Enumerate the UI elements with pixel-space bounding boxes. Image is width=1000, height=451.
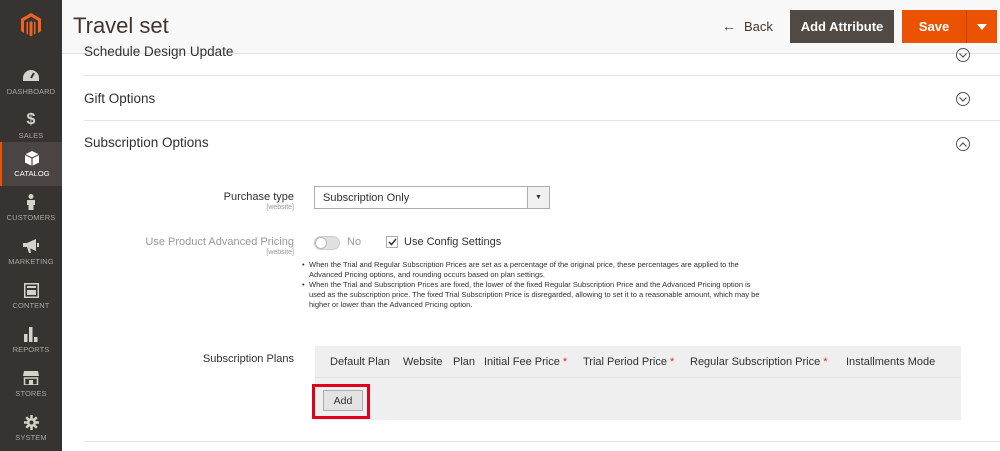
back-button-label: Back: [744, 18, 773, 34]
divider: [84, 441, 1000, 442]
advanced-pricing-label: Use Product Advanced Pricing [website]: [84, 236, 294, 256]
purchase-type-label: Purchase type [website]: [84, 191, 294, 211]
sidebar-item-customers[interactable]: CUSTOMERS: [0, 186, 62, 230]
magento-logo[interactable]: [0, 0, 62, 50]
column-label: Website: [403, 356, 443, 368]
required-mark: *: [823, 356, 828, 368]
sidebar-item-label: REPORTS: [12, 345, 50, 354]
layout-icon: [23, 282, 39, 298]
column-label: Plan: [453, 356, 476, 368]
sidebar-item-stores[interactable]: STORES: [0, 362, 62, 406]
sidebar-item-dashboard[interactable]: DASHBOARD: [0, 60, 62, 104]
admin-sidebar: DASHBOARD $ SALES CATALOG CUSTOMERS MARK…: [0, 0, 62, 451]
sidebar-item-system[interactable]: SYSTEM: [0, 406, 62, 450]
megaphone-icon: [23, 238, 39, 254]
sidebar-item-reports[interactable]: REPORTS: [0, 318, 62, 362]
section-title: Gift Options: [84, 91, 156, 106]
table-header: Default Plan Website Plan Initial Fee Pr…: [315, 346, 961, 378]
note-item: When the Trial and Regular Subscription …: [302, 260, 762, 280]
highlight-box: [312, 384, 370, 419]
purchase-type-select[interactable]: Subscription Only ▼: [314, 186, 550, 209]
sidebar-item-marketing[interactable]: MARKETING: [0, 230, 62, 274]
subscription-plans-table: Default Plan Website Plan Initial Fee Pr…: [315, 346, 961, 420]
scope-label: [website]: [266, 204, 294, 211]
subscription-plans-label: Subscription Plans: [202, 353, 294, 365]
sidebar-item-label: CUSTOMERS: [6, 213, 56, 222]
column-label: Installments Mode: [846, 356, 936, 368]
column-header-installments-mode: Installments Mode: [846, 356, 935, 368]
column-header-default-plan: Default Plan: [330, 356, 390, 368]
note-item: When the Trial and Subscription Prices a…: [302, 280, 762, 310]
sidebar-item-label: STORES: [15, 389, 47, 398]
sidebar-item-label: SALES: [18, 131, 44, 140]
dashboard-icon: [23, 68, 39, 84]
column-header-trial-period-price: Trial Period Price *: [583, 356, 674, 368]
toggle-state-label: No: [347, 236, 362, 248]
sidebar-item-label: CATALOG: [14, 169, 50, 178]
column-header-website: Website: [403, 356, 443, 368]
advanced-pricing-toggle[interactable]: [314, 236, 340, 250]
sidebar-item-label: CONTENT: [12, 301, 50, 310]
required-mark: *: [562, 356, 568, 368]
chevron-down-icon[interactable]: [956, 48, 970, 62]
column-header-plan: Plan: [453, 356, 475, 368]
arrow-left-icon: ←: [722, 18, 736, 34]
section-schedule-design-update[interactable]: Schedule Design Update: [84, 34, 1000, 76]
sidebar-item-label: SYSTEM: [15, 433, 47, 442]
caret-down-icon[interactable]: ▼: [527, 187, 549, 208]
sidebar-item-label: MARKETING: [8, 257, 54, 266]
cube-icon: [25, 150, 39, 166]
use-config-settings-label: Use Config Settings: [404, 236, 502, 248]
toggle-knob: [315, 237, 327, 249]
section-title: Schedule Design Update: [84, 44, 234, 59]
required-mark: *: [669, 356, 675, 368]
column-label: Initial Fee Price: [484, 356, 560, 368]
checkmark-icon: [387, 238, 397, 246]
column-label: Default Plan: [330, 356, 390, 368]
sidebar-item-content[interactable]: CONTENT: [0, 274, 62, 318]
back-button[interactable]: ← Back: [722, 18, 773, 34]
column-label: Regular Subscription Price: [690, 356, 821, 368]
person-icon: [26, 194, 36, 210]
section-title: Subscription Options: [84, 135, 209, 150]
product-form: Schedule Design Update Gift Options Subs…: [62, 44, 1000, 451]
column-label: Trial Period Price: [583, 356, 667, 368]
field-label-text: Use Product Advanced Pricing: [145, 236, 294, 248]
scope-label: [website]: [266, 249, 294, 256]
dollar-icon: $: [26, 111, 36, 128]
column-header-regular-subscription-price: Regular Subscription Price *: [690, 356, 828, 368]
field-label-text: Purchase type: [223, 191, 294, 203]
select-value: Subscription Only: [323, 191, 410, 204]
section-gift-options[interactable]: Gift Options: [84, 76, 1000, 121]
pricing-notes: When the Trial and Regular Subscription …: [302, 260, 762, 310]
chevron-up-icon[interactable]: [956, 137, 970, 151]
column-header-initial-fee-price: Initial Fee Price *: [484, 356, 567, 368]
gear-icon: [23, 414, 39, 430]
use-config-settings-checkbox[interactable]: [386, 236, 398, 248]
storefront-icon: [23, 370, 39, 386]
bar-chart-icon: [24, 326, 38, 342]
section-subscription-options[interactable]: Subscription Options: [84, 121, 1000, 166]
chevron-down-icon[interactable]: [956, 92, 970, 106]
sidebar-item-label: DASHBOARD: [6, 87, 56, 96]
sidebar-item-catalog[interactable]: CATALOG: [0, 142, 62, 186]
caret-down-icon: [977, 23, 987, 30]
